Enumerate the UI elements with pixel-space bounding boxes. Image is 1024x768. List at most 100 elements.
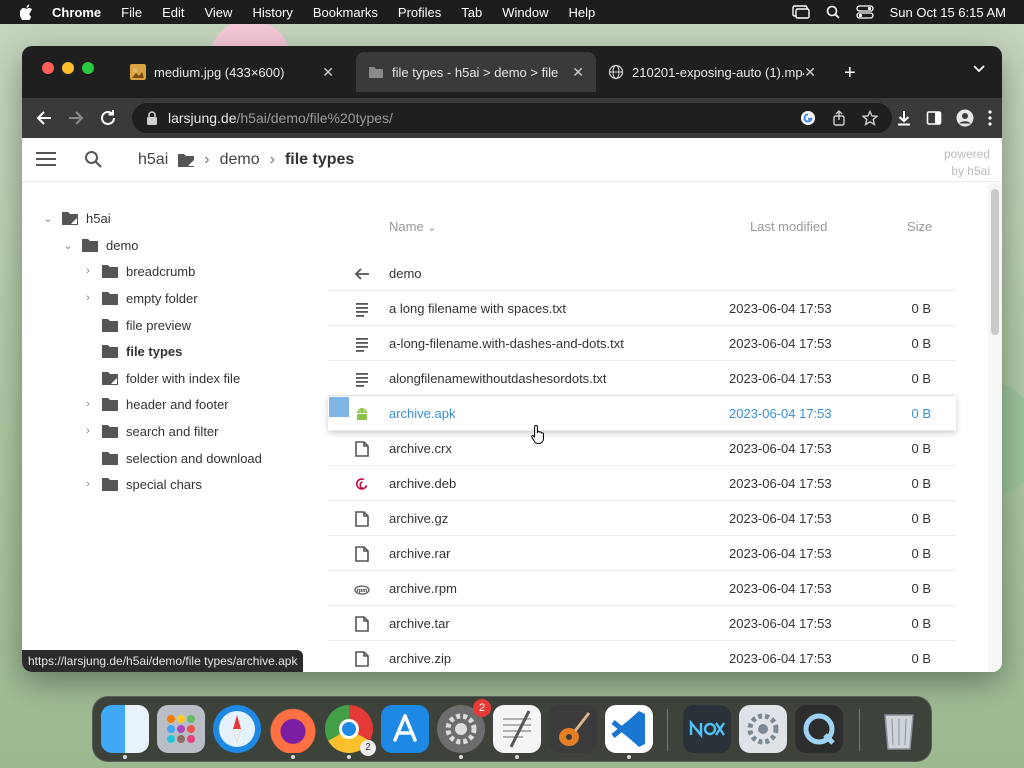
address-bar[interactable]: larsjung.de/h5ai/demo/file%20types/ — [132, 103, 892, 133]
search-icon[interactable] — [84, 150, 102, 168]
file-row[interactable]: rpm archive.rpm 2023-06-04 17:53 0 B — [328, 571, 956, 606]
powered-by-h5ai[interactable]: powered by h5ai — [944, 146, 990, 180]
close-tab-icon[interactable]: ✕ — [804, 64, 816, 81]
control-center-icon[interactable] — [855, 5, 874, 19]
share-icon[interactable] — [832, 110, 846, 126]
file-row[interactable]: alongfilenamewithoutdashesordots.txt 202… — [328, 361, 956, 396]
menu-window[interactable]: Window — [492, 5, 558, 20]
chevron-right-icon[interactable]: › — [82, 398, 94, 410]
tree-item-breadcrumb[interactable]: › breadcrumb — [82, 260, 195, 282]
tree-item-h5ai[interactable]: ⌄ h5ai — [42, 207, 110, 229]
file-date: 2023-06-04 17:53 — [729, 651, 832, 666]
menu-view[interactable]: View — [194, 5, 242, 20]
file-row[interactable]: a long filename with spaces.txt 2023-06-… — [328, 291, 956, 326]
forward-arrow-icon[interactable] — [66, 108, 86, 128]
chrome-center-icon — [339, 719, 359, 739]
firefox-dock-icon[interactable] — [269, 705, 317, 759]
back-arrow-icon[interactable] — [34, 108, 54, 128]
page-scrollbar[interactable] — [988, 183, 1002, 672]
tree-item-special-chars[interactable]: › special chars — [82, 473, 202, 495]
sort-by-size-header[interactable]: Size — [907, 219, 932, 234]
trash-dock-icon[interactable] — [875, 705, 923, 753]
menu-tab[interactable]: Tab — [451, 5, 492, 20]
selection-checkbox[interactable] — [329, 397, 349, 417]
sort-by-name-header[interactable]: Name ⌄ — [389, 219, 437, 234]
menu-app-name[interactable]: Chrome — [48, 5, 111, 20]
safari-dock-icon[interactable] — [213, 705, 261, 753]
sort-by-modified-header[interactable]: Last modified — [750, 219, 827, 234]
tab-video[interactable]: 210201-exposing-auto (1).mp4 ✕ — [596, 52, 828, 92]
file-row[interactable]: archive.zip 2023-06-04 17:53 0 B — [328, 641, 956, 672]
tree-item-file-types[interactable]: file types — [82, 340, 182, 362]
breadcrumb-h5ai[interactable]: h5ai — [138, 151, 168, 169]
launchpad-dock-icon[interactable] — [157, 705, 205, 753]
menu-profiles[interactable]: Profiles — [388, 5, 451, 20]
reload-icon[interactable] — [98, 108, 118, 128]
file-row[interactable]: archive.gz 2023-06-04 17:53 0 B — [328, 501, 956, 536]
tree-item-selection-and-download[interactable]: selection and download — [82, 447, 262, 469]
folder-home-icon[interactable] — [178, 153, 195, 167]
chevron-right-icon[interactable]: › — [82, 292, 94, 304]
tree-item-header-and-footer[interactable]: › header and footer — [82, 393, 228, 415]
menu-history[interactable]: History — [242, 5, 302, 20]
chevron-down-icon[interactable]: ⌄ — [62, 239, 74, 252]
close-window-button[interactable] — [42, 62, 54, 74]
file-date: 2023-06-04 17:53 — [729, 406, 832, 421]
breadcrumb-demo[interactable]: demo — [220, 151, 260, 169]
tab-file-types[interactable]: file types - h5ai > demo > file ✕ — [356, 52, 596, 92]
chevron-right-icon[interactable]: › — [82, 265, 94, 277]
breadcrumb-file-types[interactable]: file types — [285, 151, 354, 169]
tree-item-empty-folder[interactable]: › empty folder — [82, 287, 197, 309]
menu-edit[interactable]: Edit — [152, 5, 194, 20]
tree-item-folder-with-index-file[interactable]: folder with index file — [82, 367, 240, 389]
minimize-window-button[interactable] — [62, 62, 74, 74]
bookmark-star-icon[interactable] — [862, 110, 878, 126]
menubar-clock[interactable]: Sun Oct 15 6:15 AM — [890, 5, 1006, 20]
textedit-dock-icon[interactable] — [493, 705, 541, 759]
menu-bookmarks[interactable]: Bookmarks — [303, 5, 388, 20]
scrollbar-thumb[interactable] — [991, 189, 999, 335]
close-tab-icon[interactable]: ✕ — [322, 64, 334, 81]
garageband-dock-icon[interactable] — [549, 705, 597, 753]
file-row[interactable]: a-long-filename.with-dashes-and-dots.txt… — [328, 326, 956, 361]
zoom-window-button[interactable] — [82, 62, 94, 74]
tree-item-file-preview[interactable]: file preview — [82, 314, 191, 336]
chevron-down-icon[interactable]: ⌄ — [42, 212, 54, 225]
file-name: archive.crx — [389, 441, 452, 456]
profile-avatar-icon[interactable] — [956, 109, 974, 127]
side-panel-icon[interactable] — [926, 110, 942, 126]
menu-file[interactable]: File — [111, 5, 152, 20]
settings-gear-dock-icon[interactable] — [739, 705, 787, 753]
chevron-right-icon[interactable]: › — [82, 478, 94, 490]
quicktime-dock-icon[interactable] — [795, 705, 843, 753]
parent-folder-row[interactable]: demo — [328, 256, 956, 291]
menu-help[interactable]: Help — [559, 5, 606, 20]
tree-item-search-and-filter[interactable]: › search and filter — [82, 420, 218, 442]
file-date: 2023-06-04 17:53 — [729, 441, 832, 456]
google-lens-icon[interactable] — [800, 110, 816, 126]
chevron-right-icon[interactable]: › — [82, 425, 94, 437]
screen-mirroring-icon[interactable] — [791, 5, 810, 19]
apple-menu-icon[interactable] — [20, 4, 34, 20]
chrome-dock-icon[interactable]: 2 — [325, 705, 376, 759]
finder-dock-icon[interactable] — [101, 705, 149, 759]
nox-player-dock-icon[interactable] — [683, 705, 731, 753]
tab-medium-jpg[interactable]: medium.jpg (433×600) ✕ — [118, 52, 346, 92]
file-row[interactable]: archive.deb 2023-06-04 17:53 0 B — [328, 466, 956, 501]
hamburger-menu-icon[interactable] — [36, 151, 56, 167]
system-preferences-dock-icon[interactable]: 2 — [437, 699, 491, 759]
new-tab-button[interactable]: + — [844, 62, 856, 85]
download-icon[interactable] — [896, 110, 912, 126]
spotlight-search-icon[interactable] — [826, 5, 840, 19]
site-info-icon[interactable] — [146, 111, 158, 125]
file-row-selected[interactable]: archive.apk 2023-06-04 17:53 0 B — [328, 396, 956, 431]
app-store-dock-icon[interactable] — [381, 705, 429, 753]
more-menu-icon[interactable] — [988, 110, 992, 126]
vscode-dock-icon[interactable] — [605, 705, 653, 759]
tab-search-chevron-icon[interactable] — [972, 64, 986, 74]
file-row[interactable]: archive.crx 2023-06-04 17:53 0 B — [328, 431, 956, 466]
tree-item-demo[interactable]: ⌄ demo — [62, 234, 138, 256]
close-tab-icon[interactable]: ✕ — [572, 64, 584, 81]
file-row[interactable]: archive.tar 2023-06-04 17:53 0 B — [328, 606, 956, 641]
file-row[interactable]: archive.rar 2023-06-04 17:53 0 B — [328, 536, 956, 571]
